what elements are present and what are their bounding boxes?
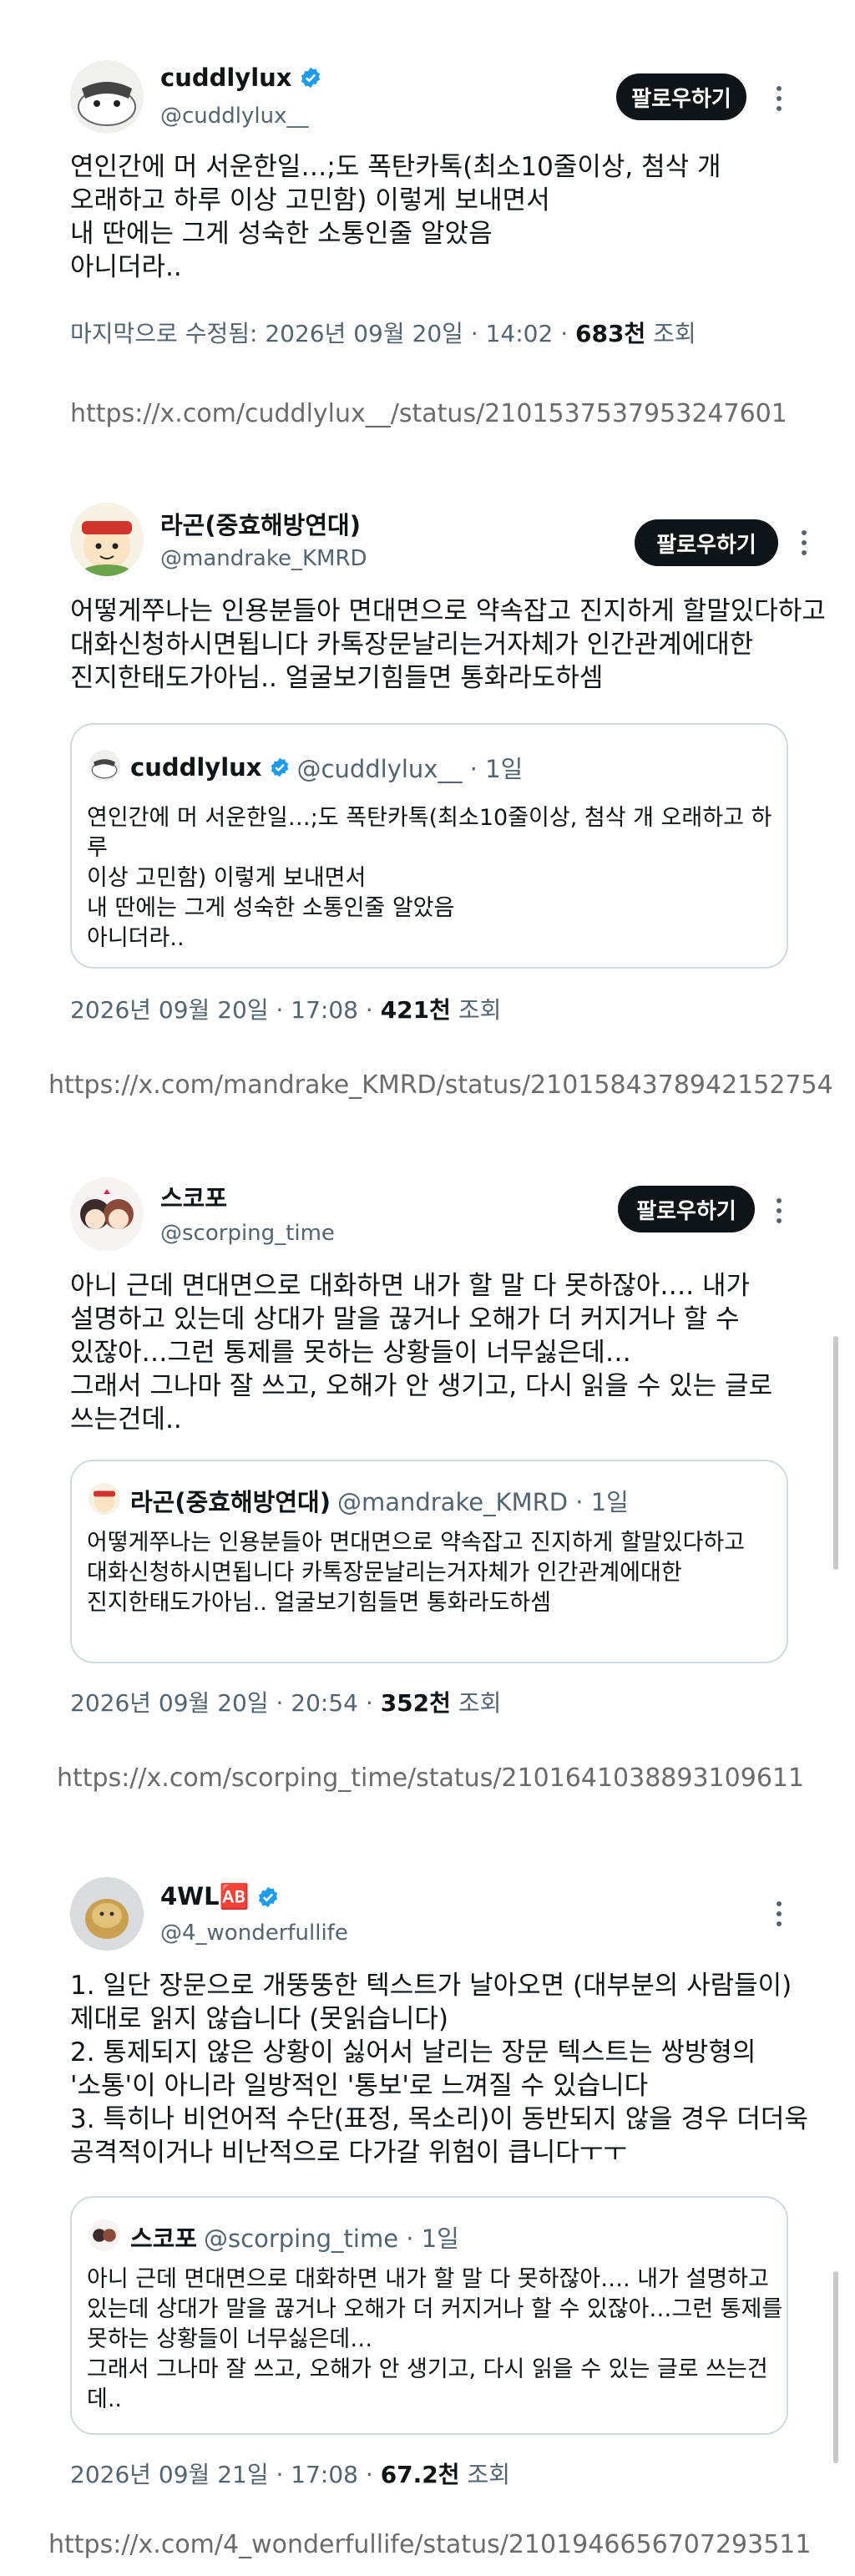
post-text: 연인간에 머 서운한일…;도 폭탄카톡(최소10줄이상, 첨삭 개 오래하고 하…: [70, 152, 721, 282]
quoted-header: 라곤(중효해방연대) @mandrake_KMRD · 1일: [130, 1483, 629, 1518]
author-handle[interactable]: @scorping_time: [160, 1221, 335, 1246]
views-label: 조회: [645, 320, 696, 347]
timestamp[interactable]: 2026년 09월 21일 · 17:08 ·: [70, 2461, 381, 2488]
more-options-icon[interactable]: [766, 82, 792, 115]
follow-button[interactable]: 팔로우하기: [635, 519, 778, 566]
view-count: 421천: [380, 996, 451, 1024]
timestamp[interactable]: 2026년 09월 20일 · 17:08 ·: [70, 996, 381, 1024]
follow-button[interactable]: 팔로우하기: [616, 73, 746, 120]
post-meta: 2026년 09월 21일 · 17:08 · 67.2천 조회: [70, 2457, 510, 2490]
quoted-author-name: cuddlylux: [130, 753, 262, 782]
quoted-handle: @mandrake_KMRD · 1일: [336, 1488, 629, 1516]
views-label: 조회: [450, 996, 502, 1024]
view-count: 67.2천: [380, 2461, 460, 2488]
timestamp[interactable]: 2026년 09월 20일 · 20:54 ·: [70, 1689, 381, 1717]
quoted-header: cuddlylux @cuddlylux__ · 1일: [130, 750, 523, 785]
author-name[interactable]: 4WL🆎: [160, 1882, 280, 1911]
avatar[interactable]: [70, 1177, 144, 1251]
author-name[interactable]: 라곤(중효해방연대): [160, 506, 361, 541]
timestamp[interactable]: 마지막으로 수정됨: 2026년 09월 20일 · 14:02 ·: [70, 320, 575, 347]
post-2: 라곤(중효해방연대) @mandrake_KMRD 팔로우하기 어떻게쭈나는 인…: [0, 493, 855, 1127]
more-options-icon[interactable]: [792, 526, 817, 559]
post-meta: 2026년 09월 20일 · 17:08 · 421천 조회: [70, 992, 501, 1025]
quoted-text: 연인간에 머 서운한일…;도 폭탄카톡(최소10줄이상, 첨삭 개 오래하고 하…: [87, 805, 772, 951]
quoted-header: 스코포 @scorping_time · 1일: [130, 2219, 459, 2255]
post-url[interactable]: https://x.com/cuddlylux__/status/2101537…: [70, 399, 787, 428]
quoted-author-name: 스코포: [130, 2224, 198, 2253]
verified-badge-icon: [258, 1886, 277, 1907]
quoted-handle: @scorping_time · 1일: [204, 2224, 459, 2253]
view-count: 352천: [380, 1689, 451, 1717]
avatar[interactable]: [70, 60, 144, 134]
post-url[interactable]: https://x.com/mandrake_KMRD/status/21015…: [48, 1070, 833, 1100]
post-4: 4WL🆎 @4_wonderfullife 1. 일단 장문으로 개뚱뚱한 텍스…: [0, 1870, 855, 2576]
quoted-author-name: 라곤(중효해방연대): [130, 1488, 331, 1516]
post-text: 아니 근데 면대면으로 대화하면 내가 할 말 다 못하잖아…. 내가 설명하고…: [70, 1271, 773, 1435]
post-3: 스코포 @scorping_time 팔로우하기 아니 근데 면대면으로 대화하…: [0, 1161, 855, 1795]
author-name[interactable]: cuddlylux: [160, 63, 322, 92]
avatar[interactable]: [70, 1877, 144, 1951]
quoted-post[interactable]: 스코포 @scorping_time · 1일 아니 근데 면대면으로 대화하면…: [70, 2196, 788, 2435]
author-name[interactable]: 스코포: [160, 1179, 227, 1214]
quoted-text: 아니 근데 면대면으로 대화하면 내가 할 말 다 못하잖아…. 내가 설명하고…: [87, 2266, 783, 2412]
post-1: cuddlylux @cuddlylux__ 팔로우하기 연인간에 머 서운한일…: [0, 0, 855, 451]
more-options-icon[interactable]: [766, 1194, 792, 1227]
post-meta: 마지막으로 수정됨: 2026년 09월 20일 · 14:02 · 683천 …: [70, 316, 696, 349]
avatar[interactable]: [70, 503, 144, 576]
scrollbar[interactable]: [833, 1336, 838, 1570]
more-options-icon[interactable]: [766, 1897, 792, 1931]
quoted-handle: @cuddlylux__ · 1일: [296, 755, 524, 783]
quoted-post[interactable]: cuddlylux @cuddlylux__ · 1일 연인간에 머 서운한일……: [70, 723, 788, 969]
verified-badge-icon: [301, 67, 320, 89]
scrollbar-lower[interactable]: [833, 2271, 838, 2463]
post-meta: 2026년 09월 20일 · 20:54 · 352천 조회: [70, 1685, 501, 1718]
quoted-text: 어떻게쭈나는 인용분들아 면대면으로 약속잡고 진지하게 할말있다하고 대화신청…: [87, 1530, 746, 1616]
quoted-avatar: [89, 1483, 120, 1515]
quoted-avatar: [89, 2219, 120, 2251]
author-handle[interactable]: @4_wonderfullife: [160, 1921, 348, 1946]
post-url[interactable]: https://x.com/4_wonderfullife/status/210…: [48, 2530, 811, 2559]
quoted-post[interactable]: 라곤(중효해방연대) @mandrake_KMRD · 1일 어떻게쭈나는 인용…: [70, 1460, 788, 1663]
author-handle[interactable]: @cuddlylux__: [160, 104, 308, 129]
quoted-avatar: [89, 750, 120, 782]
post-url[interactable]: https://x.com/scorping_time/status/21016…: [57, 1764, 804, 1793]
views-label: 조회: [459, 2461, 510, 2488]
view-count: 683천: [575, 320, 646, 347]
verified-badge-icon: [271, 757, 288, 777]
follow-button[interactable]: 팔로우하기: [618, 1186, 755, 1232]
post-text: 1. 일단 장문으로 개뚱뚱한 텍스트가 날아오면 (대부분의 사람들이) 제대…: [70, 1971, 808, 2168]
views-label: 조회: [450, 1689, 502, 1717]
post-text: 어떻게쭈나는 인용분들아 면대면으로 약속잡고 진지하게 할말있다하고 대화신청…: [70, 596, 826, 693]
author-handle[interactable]: @mandrake_KMRD: [160, 546, 367, 571]
